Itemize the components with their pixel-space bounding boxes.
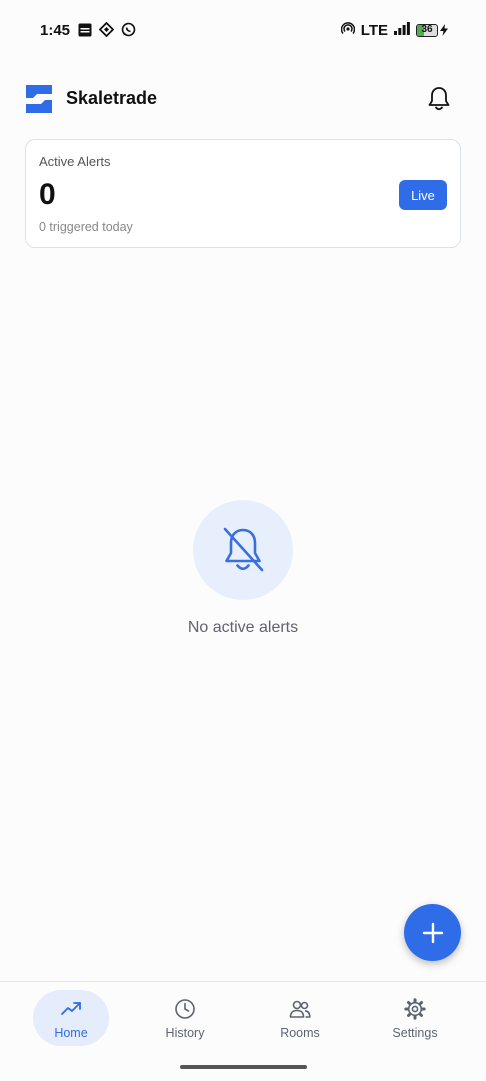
signal-icon [394, 21, 410, 39]
charging-icon [440, 24, 448, 36]
empty-state-icon-circle [193, 500, 293, 600]
nav-item-history[interactable]: History [147, 990, 223, 1046]
triggered-today-text: 0 triggered today [39, 220, 133, 234]
live-badge: Live [399, 180, 447, 210]
battery-level: 36 [421, 23, 433, 35]
plus-icon [422, 922, 443, 943]
hotspot-icon [340, 21, 356, 39]
active-alerts-card: Active Alerts 0 0 triggered today Live [25, 139, 461, 248]
status-left-icons [78, 21, 136, 42]
network-type: LTE [360, 21, 388, 39]
trending-up-icon [61, 1002, 81, 1015]
home-indicator[interactable] [180, 1065, 307, 1069]
nav-label-home: Home [54, 1026, 88, 1040]
nav-item-rooms[interactable]: Rooms [262, 990, 338, 1046]
app-header: Skaletrade [0, 76, 486, 122]
nav-label-rooms: Rooms [280, 1026, 320, 1040]
nav-label-history: History [165, 1026, 205, 1040]
status-right-icons: LTE 36 [340, 21, 448, 39]
nav-item-home[interactable]: Home [33, 990, 109, 1046]
active-alerts-count: 0 [39, 178, 56, 211]
bell-off-icon [223, 527, 264, 572]
news-icon [78, 23, 92, 42]
active-alerts-label: Active Alerts [39, 154, 111, 169]
status-time: 1:45 [40, 22, 71, 39]
empty-state-message: No active alerts [187, 619, 299, 636]
users-icon [289, 1000, 311, 1018]
status-bar: 1:45 LTE 36 [0, 0, 486, 60]
app-title: Skaletrade [66, 88, 158, 108]
battery-icon: 36 [416, 23, 448, 37]
skaletrade-logo [26, 85, 52, 113]
notifications-button[interactable] [424, 84, 454, 114]
nav-label-settings: Settings [392, 1026, 438, 1040]
whatsapp-icon [121, 22, 136, 42]
clock-icon [175, 999, 195, 1019]
add-alert-button[interactable] [404, 904, 461, 961]
bell-icon [428, 87, 450, 111]
nav-item-settings[interactable]: Settings [377, 990, 453, 1046]
gear-icon [404, 998, 426, 1020]
gps-icon [98, 21, 115, 42]
